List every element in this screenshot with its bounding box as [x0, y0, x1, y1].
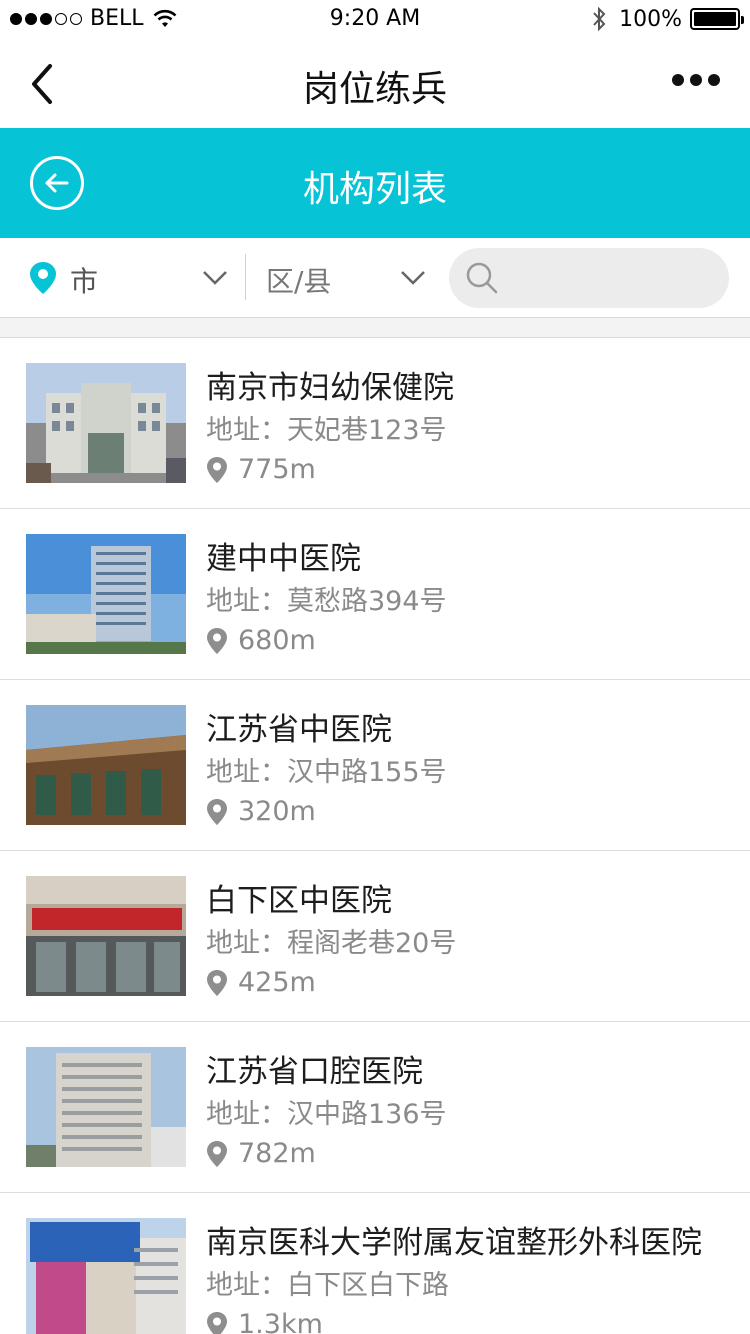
hospital-photo [26, 705, 186, 825]
list-item[interactable]: 建中中医院 地址：莫愁路394号 680m [0, 509, 750, 680]
institution-address: 地址：白下区白下路 [206, 1270, 449, 1301]
institution-name: 南京市妇幼保健院 [206, 370, 454, 406]
institution-name: 江苏省口腔医院 [206, 1054, 423, 1090]
search-input[interactable] [509, 258, 714, 298]
status-right: 100% [591, 6, 744, 32]
search-box[interactable] [449, 248, 729, 308]
district-dropdown[interactable]: 区/县 [264, 258, 434, 298]
nav-bar: 岗位练兵 [0, 40, 750, 128]
institution-name: 江苏省中医院 [206, 712, 392, 748]
location-pin-icon [30, 262, 56, 294]
page-title: 机构列表 [302, 169, 447, 210]
distance-value: 1.3km [238, 1309, 323, 1334]
location-pin-icon [207, 969, 227, 996]
institution-distance: 782m [206, 1138, 316, 1169]
institution-address: 地址：汉中路136号 [206, 1099, 447, 1130]
institution-distance: 425m [206, 967, 316, 998]
district-label: 区/县 [266, 265, 332, 298]
distance-value: 320m [238, 796, 316, 827]
chevron-down-icon [203, 271, 227, 285]
distance-value: 775m [238, 454, 316, 485]
header-band: 机构列表 [0, 128, 750, 238]
filter-bar: 市 区/县 [0, 238, 750, 318]
search-icon [466, 262, 498, 294]
hospital-photo [26, 1047, 186, 1167]
institution-address: 地址：天妃巷123号 [206, 415, 447, 446]
location-pin-icon [207, 456, 227, 483]
distance-value: 425m [238, 967, 316, 998]
hospital-photo [26, 534, 186, 654]
list-item[interactable]: 南京医科大学附属友谊整形外科医院 地址：白下区白下路 1.3km [0, 1193, 750, 1334]
institution-distance: 1.3km [206, 1309, 323, 1334]
list-item[interactable]: 南京市妇幼保健院 地址：天妃巷123号 775m [0, 338, 750, 509]
battery-percent: 100% [619, 6, 682, 32]
hospital-photo [26, 876, 186, 996]
list-item[interactable]: 江苏省中医院 地址：汉中路155号 320m [0, 680, 750, 851]
filter-divider [245, 254, 246, 300]
location-pin-icon [207, 1311, 227, 1334]
nav-title: 岗位练兵 [302, 69, 447, 110]
institution-address: 地址：汉中路155号 [206, 757, 447, 788]
institution-name: 建中中医院 [206, 541, 361, 577]
bluetooth-icon [593, 6, 606, 32]
chevron-down-icon [401, 271, 425, 285]
list-item[interactable]: 江苏省口腔医院 地址：汉中路136号 782m [0, 1022, 750, 1193]
institution-name: 南京医科大学附属友谊整形外科医院 [206, 1225, 702, 1261]
institution-distance: 680m [206, 625, 316, 656]
distance-value: 782m [238, 1138, 316, 1169]
institution-name: 白下区中医院 [206, 883, 392, 919]
institution-address: 地址：程阁老巷20号 [206, 928, 457, 959]
location-pin-icon [207, 627, 227, 654]
location-pin-icon [207, 1140, 227, 1167]
city-label: 市 [70, 265, 99, 298]
distance-value: 680m [238, 625, 316, 656]
status-bar: BELL 9:20 AM 100% [0, 0, 750, 40]
battery-icon [690, 8, 744, 30]
hospital-photo [26, 1218, 186, 1334]
location-pin-icon [207, 798, 227, 825]
institution-distance: 320m [206, 796, 316, 827]
more-options-icon[interactable] [672, 74, 720, 86]
institution-address: 地址：莫愁路394号 [206, 586, 447, 617]
institution-distance: 775m [206, 454, 316, 485]
list-item[interactable]: 白下区中医院 地址：程阁老巷20号 425m [0, 851, 750, 1022]
institution-list: 南京市妇幼保健院 地址：天妃巷123号 775m 建中中医院 地址：莫愁路394… [0, 338, 750, 1334]
city-dropdown[interactable]: 市 [28, 258, 228, 298]
hospital-photo [26, 363, 186, 483]
separator-strip [0, 318, 750, 338]
